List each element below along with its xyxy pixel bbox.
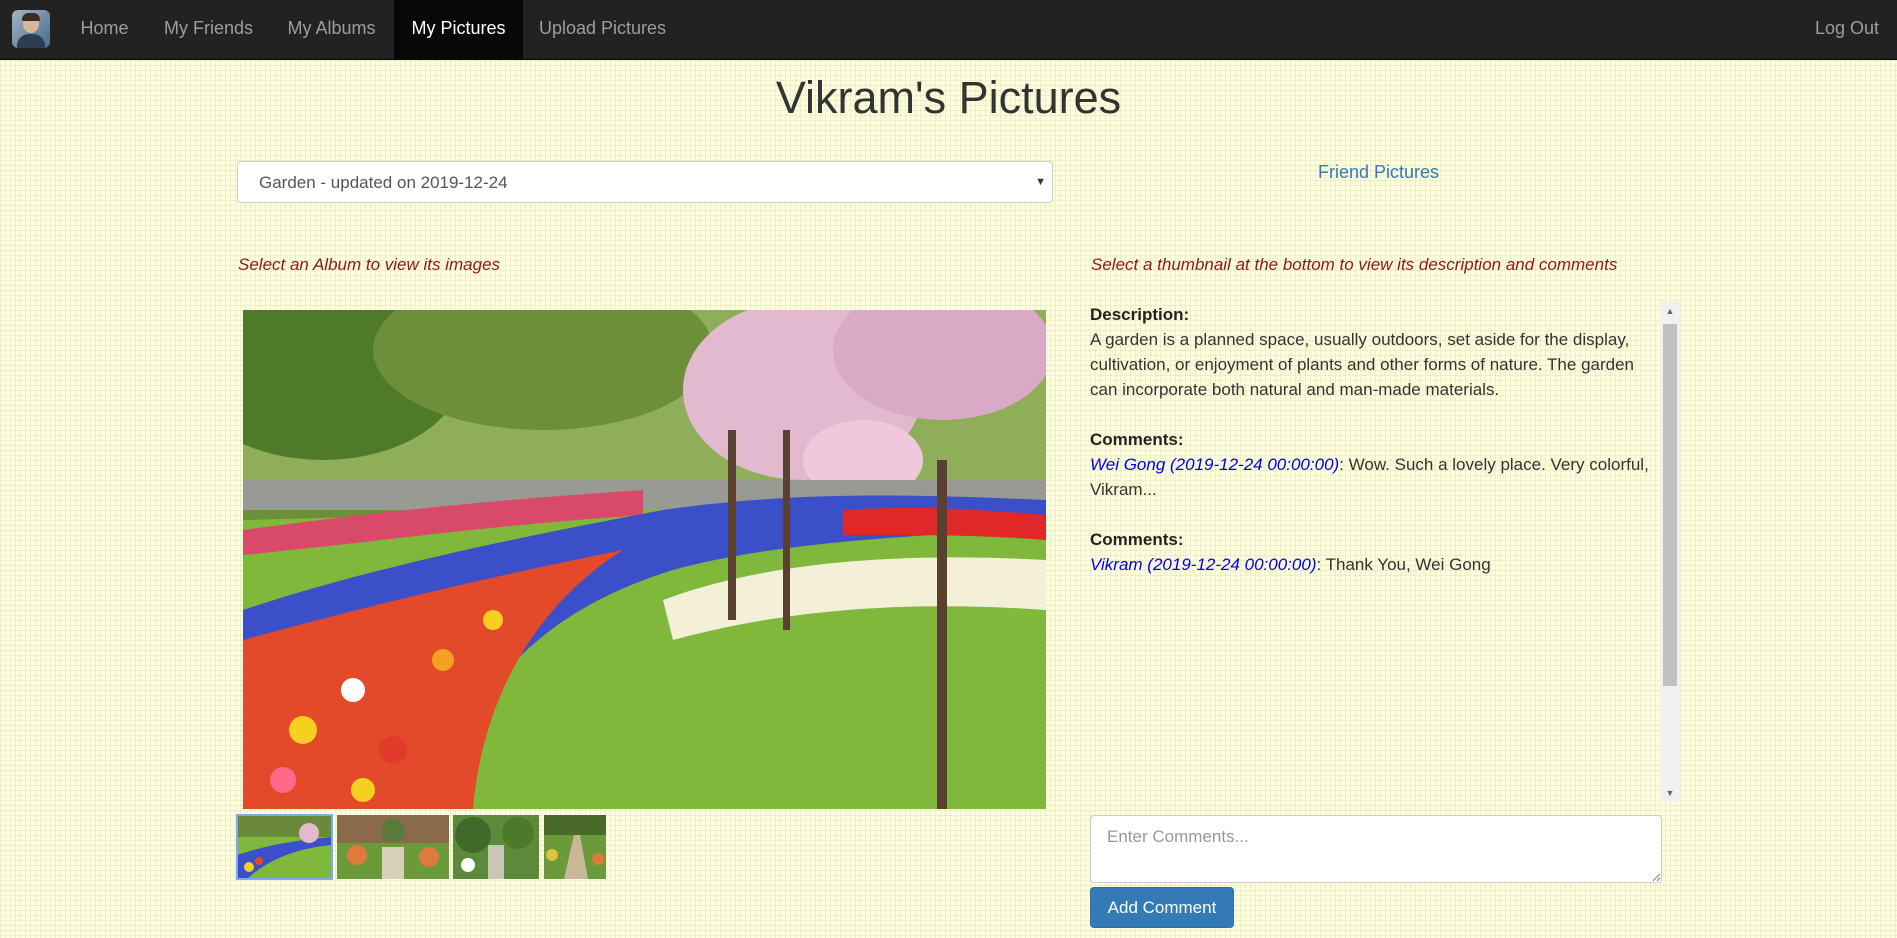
comment-author: Wei Gong (2019-12-24 00:00:00): [1090, 455, 1340, 474]
friend-pictures-link[interactable]: Friend Pictures: [1318, 162, 1439, 183]
comment-text: : Thank You, Wei Gong: [1316, 555, 1491, 574]
nav-home[interactable]: Home: [66, 0, 143, 59]
nav-upload-pictures[interactable]: Upload Pictures: [530, 0, 675, 59]
thumbnail-hint: Select a thumbnail at the bottom to view…: [1091, 255, 1618, 274]
scroll-up-icon[interactable]: ▲: [1660, 302, 1680, 320]
nav-my-pictures[interactable]: My Pictures: [394, 0, 523, 59]
album-select[interactable]: Garden - updated on 2019-12-24 ▼: [237, 161, 1053, 203]
thumbnail-2[interactable]: [337, 815, 449, 879]
comments-label: Comments:: [1090, 430, 1184, 449]
thumbnail-1[interactable]: [236, 814, 333, 880]
description-label: Description:: [1090, 305, 1190, 324]
album-select-value: Garden - updated on 2019-12-24: [259, 173, 508, 192]
album-hint: Select an Album to view its images: [238, 255, 501, 274]
description-panel[interactable]: Description: A garden is a planned space…: [1090, 302, 1680, 802]
chevron-down-icon: ▼: [1035, 176, 1046, 188]
thumbnail-3[interactable]: [453, 815, 539, 879]
comment-author: Vikram (2019-12-24 00:00:00): [1090, 555, 1317, 574]
comment-input[interactable]: [1090, 815, 1662, 883]
comment-item: Wei Gong (2019-12-24 00:00:00): Wow. Suc…: [1090, 452, 1650, 502]
add-comment-button[interactable]: Add Comment: [1090, 887, 1234, 928]
top-navbar: Home My Friends My Albums My Pictures Up…: [0, 0, 1897, 60]
comments-label: Comments:: [1090, 530, 1184, 549]
main-picture: [243, 310, 1046, 809]
user-avatar-icon[interactable]: [12, 10, 50, 48]
description-scrollbar[interactable]: ▲ ▼: [1660, 302, 1680, 802]
nav-my-friends[interactable]: My Friends: [151, 0, 266, 59]
nav-my-albums[interactable]: My Albums: [274, 0, 389, 59]
description-text: A garden is a planned space, usually out…: [1090, 330, 1634, 399]
nav-log-out[interactable]: Log Out: [1802, 0, 1892, 59]
page-title: Vikram's Pictures: [775, 72, 1122, 123]
thumbnail-4[interactable]: [544, 815, 606, 879]
scrollbar-thumb[interactable]: [1663, 324, 1677, 686]
scroll-down-icon[interactable]: ▼: [1660, 784, 1680, 802]
comment-item: Vikram (2019-12-24 00:00:00): Thank You,…: [1090, 552, 1650, 577]
